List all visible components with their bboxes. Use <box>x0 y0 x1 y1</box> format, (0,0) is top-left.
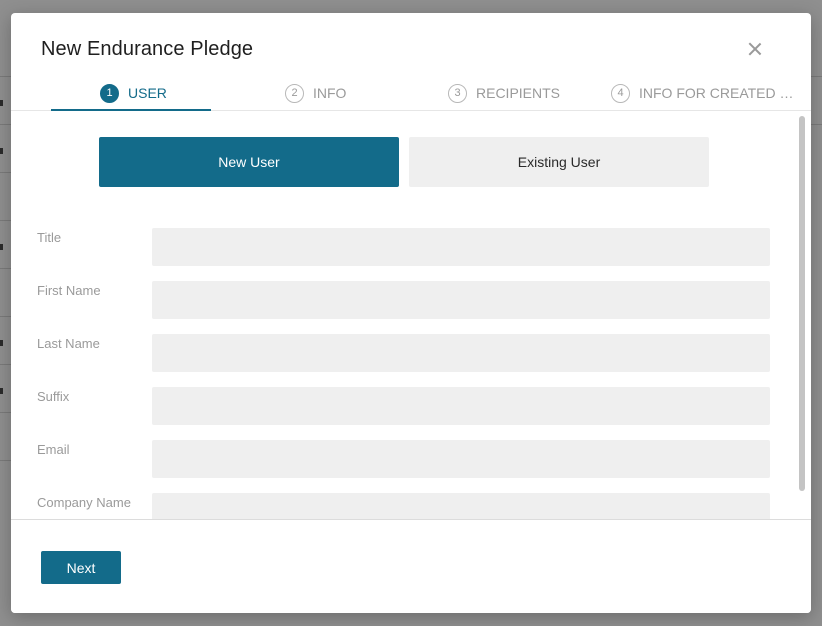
scrollbar-thumb[interactable] <box>799 116 805 491</box>
modal-title: New Endurance Pledge <box>41 38 254 60</box>
new-endurance-pledge-modal: New Endurance Pledge 1 USER 2 INFO 3 REC… <box>11 13 811 613</box>
step-user[interactable]: 1 USER <box>100 75 167 111</box>
existing-user-button[interactable]: Existing User <box>409 137 709 187</box>
email-label: Email <box>37 442 70 457</box>
close-icon[interactable] <box>747 41 763 57</box>
step-number-badge: 2 <box>285 83 304 103</box>
title-input[interactable] <box>152 228 770 266</box>
first-name-input[interactable] <box>152 281 770 319</box>
stepper: 1 USER 2 INFO 3 RECIPIENTS 4 INFO FOR CR… <box>11 75 811 111</box>
last-name-input[interactable] <box>152 334 770 372</box>
step-label: INFO FOR CREATED D... <box>639 85 799 101</box>
step-info-for-created[interactable]: 4 INFO FOR CREATED D... <box>611 75 799 111</box>
form-content: New User Existing User Title First Name … <box>11 112 811 519</box>
title-label: Title <box>37 230 62 245</box>
step-number-badge: 3 <box>448 83 467 103</box>
next-button[interactable]: Next <box>41 551 121 584</box>
modal-footer: Next <box>11 519 811 613</box>
scrollbar[interactable] <box>796 114 809 519</box>
email-input[interactable] <box>152 440 770 478</box>
step-number-badge: 1 <box>100 83 119 103</box>
suffix-label: Suffix <box>37 389 70 404</box>
company-name-label: Company Name <box>37 495 131 510</box>
step-info[interactable]: 2 INFO <box>285 75 346 111</box>
suffix-input[interactable] <box>152 387 770 425</box>
step-label: INFO <box>313 85 347 101</box>
first-name-label: First Name <box>37 283 101 298</box>
step-label: USER <box>128 85 167 101</box>
last-name-label: Last Name <box>37 336 100 351</box>
new-user-button[interactable]: New User <box>99 137 399 187</box>
step-number-badge: 4 <box>611 83 630 103</box>
company-name-input[interactable] <box>152 493 770 519</box>
active-step-indicator <box>51 109 211 111</box>
step-label: RECIPIENTS <box>476 85 561 101</box>
step-recipients[interactable]: 3 RECIPIENTS <box>448 75 560 111</box>
